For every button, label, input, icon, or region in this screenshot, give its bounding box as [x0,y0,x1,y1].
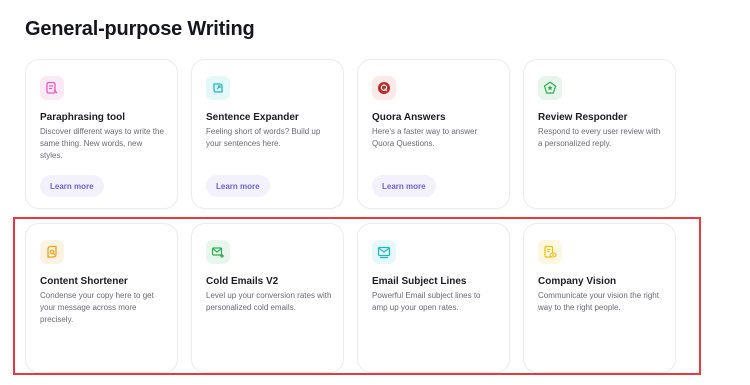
review-star-icon [538,76,562,100]
learn-more-button[interactable]: Learn more [40,175,104,197]
card-content-shortener[interactable]: Content Shortener Condense your copy her… [25,223,178,373]
card-sentence-expander[interactable]: Sentence Expander Feeling short of words… [191,59,344,209]
card-description: Condense your copy here to get your mess… [40,291,154,324]
card-cold-emails-v2[interactable]: Cold Emails V2 Level up your conversion … [191,223,344,373]
card-description: Communicate your vision the right way to… [538,291,659,312]
card-description: Level up your conversion rates with pers… [206,291,332,312]
card-email-subject-lines[interactable]: Email Subject Lines Powerful Email subje… [357,223,510,373]
paraphrase-icon [40,76,64,100]
card-title: Quora Answers [372,112,446,123]
shorten-icon [40,240,64,264]
learn-more-button[interactable]: Learn more [372,175,436,197]
vision-icon [538,240,562,264]
card-title: Cold Emails V2 [206,276,279,287]
tool-card-grid: Paraphrasing tool Discover different way… [25,59,676,373]
expand-icon [206,76,230,100]
page-title: General-purpose Writing [25,18,255,40]
card-company-vision[interactable]: Company Vision Communicate your vision t… [523,223,676,373]
card-title: Review Responder [538,112,628,123]
card-description: Respond to every user review with a pers… [538,127,661,148]
card-title: Content Shortener [40,276,128,287]
card-title: Email Subject Lines [372,276,467,287]
card-quora-answers[interactable]: Quora Answers Here's a faster way to ans… [357,59,510,209]
card-title: Paraphrasing tool [40,112,126,123]
card-description: Powerful Email subject lines to amp up y… [372,291,481,312]
card-review-responder[interactable]: Review Responder Respond to every user r… [523,59,676,209]
card-title: Company Vision [538,276,617,287]
quora-icon [372,76,396,100]
card-paraphrasing-tool[interactable]: Paraphrasing tool Discover different way… [25,59,178,209]
card-description: Discover different ways to write the sam… [40,127,164,160]
mail-plus-icon [206,240,230,264]
card-description: Feeling short of words? Build up your se… [206,127,321,148]
card-description: Here's a faster way to answer Quora Ques… [372,127,478,148]
mail-lines-icon [372,240,396,264]
learn-more-button[interactable]: Learn more [206,175,270,197]
card-title: Sentence Expander [206,112,299,123]
